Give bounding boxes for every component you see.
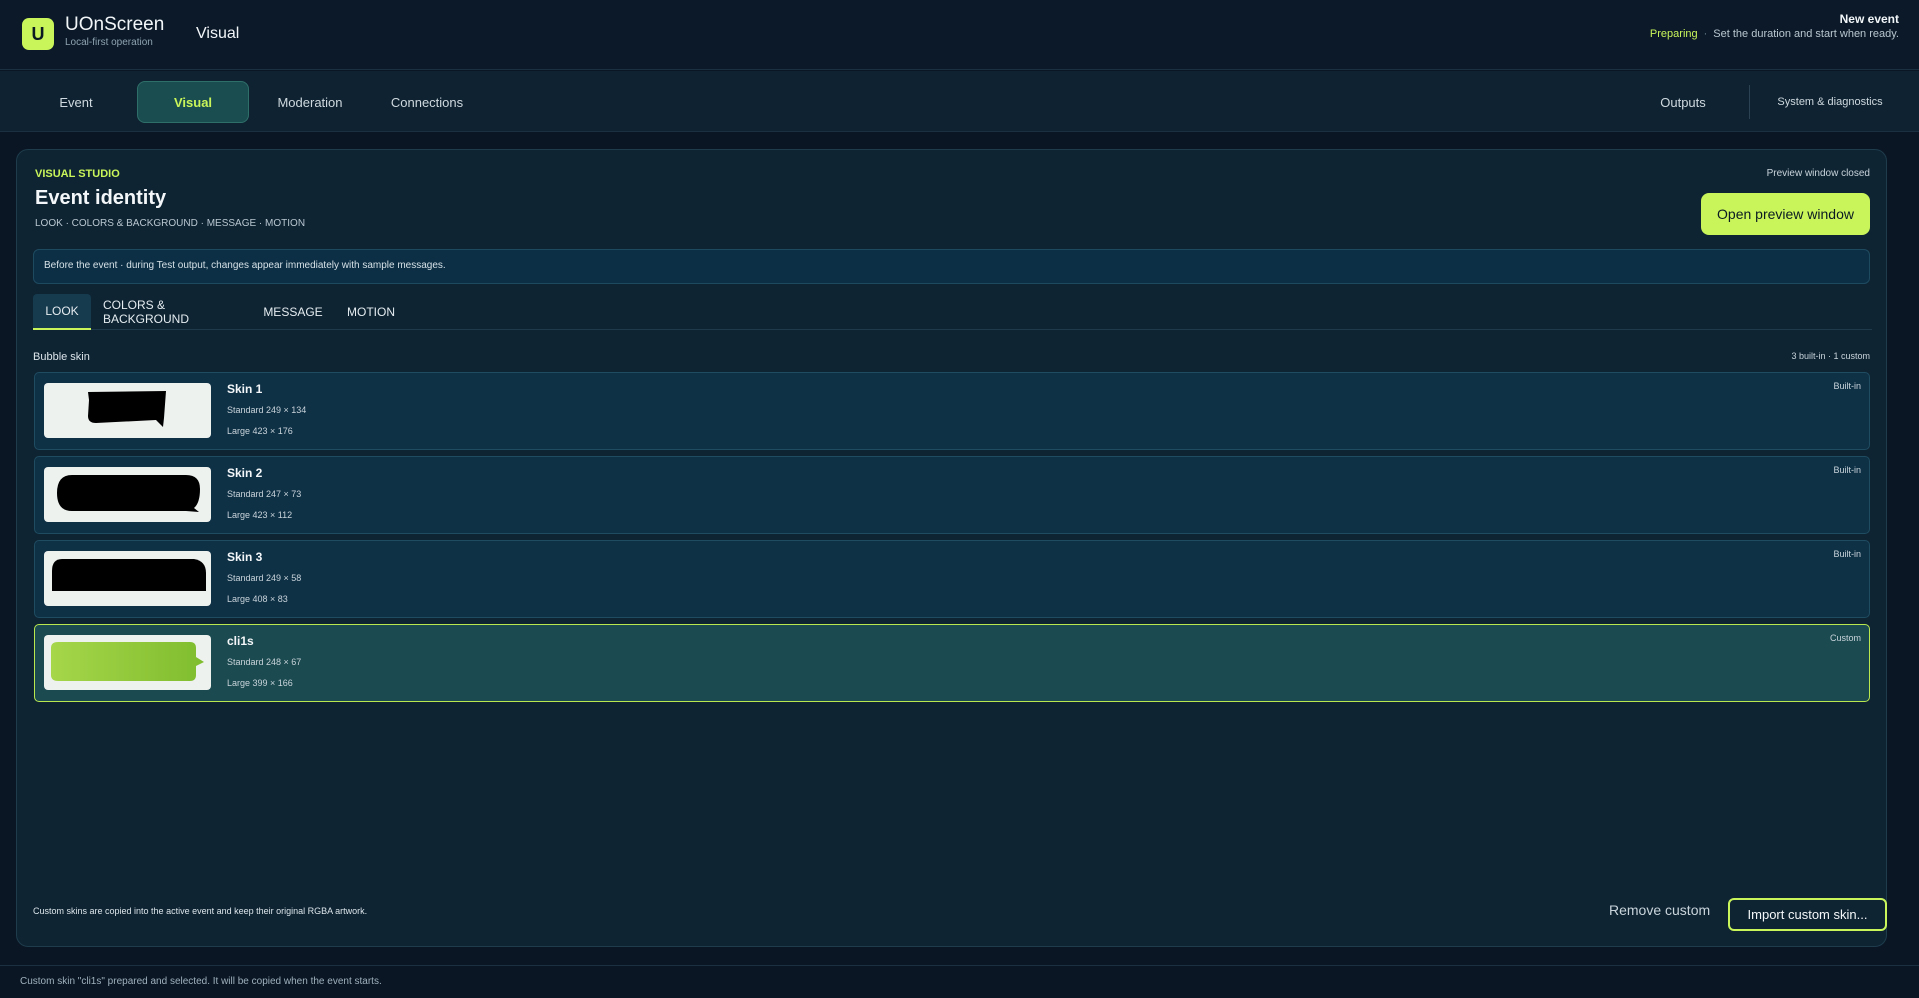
remove-custom-button[interactable]: Remove custom xyxy=(1609,902,1710,918)
skin-type-badge: Built-in xyxy=(1833,381,1861,391)
tab-event[interactable]: Event xyxy=(40,81,112,123)
main-nav: Event Visual Moderation Connections Outp… xyxy=(0,71,1919,132)
skin-2-preview-image xyxy=(57,475,200,512)
cli1s-preview-image xyxy=(51,642,204,681)
skin-name: Skin 1 xyxy=(227,382,263,396)
app-name: UOnScreen xyxy=(65,14,165,35)
section-eyebrow: VISUAL STUDIO xyxy=(35,168,120,180)
skin-standard-size: Standard 249 × 134 xyxy=(227,405,307,415)
skin-row-skin-1[interactable]: Skin 1 Standard 249 × 134 Large 423 × 17… xyxy=(34,372,1870,450)
open-preview-button[interactable]: Open preview window xyxy=(1701,193,1870,235)
status-bar: Custom skin "cli1s" prepared and selecte… xyxy=(0,965,1919,998)
event-status-message: Set the duration and start when ready. xyxy=(1713,28,1899,40)
tab-visual[interactable]: Visual xyxy=(137,81,249,123)
skin-name: cli1s xyxy=(227,634,254,648)
import-custom-skin-button[interactable]: Import custom skin... xyxy=(1728,898,1887,931)
skin-1-preview-image xyxy=(88,391,166,427)
cli1s-thumbnail xyxy=(44,635,211,690)
skin-large-size: Large 423 × 176 xyxy=(227,426,293,436)
skin-1-thumbnail xyxy=(44,383,211,438)
event-title: New event xyxy=(1839,12,1899,26)
skin-2-thumbnail xyxy=(44,467,211,522)
subtab-message[interactable]: MESSAGE xyxy=(262,294,324,330)
page-title: Visual xyxy=(196,25,240,42)
skin-large-size: Large 399 × 166 xyxy=(227,678,293,688)
custom-skins-note: Custom skins are copied into the active … xyxy=(33,906,368,916)
studio-sub-tabs: LOOK COLORS & BACKGROUND MESSAGE MOTION xyxy=(33,294,1872,330)
skin-standard-size: Standard 248 × 67 xyxy=(227,657,302,667)
event-status-state: Preparing xyxy=(1649,28,1698,40)
tab-moderation[interactable]: Moderation xyxy=(262,81,358,123)
skin-count: 3 built-in · 1 custom xyxy=(1791,351,1870,361)
skin-large-size: Large 408 × 83 xyxy=(227,594,288,604)
skin-name: Skin 3 xyxy=(227,550,263,564)
skin-name: Skin 2 xyxy=(227,466,263,480)
skin-standard-size: Standard 247 × 73 xyxy=(227,489,302,499)
skin-row-skin-3[interactable]: Skin 3 Standard 249 × 58 Large 408 × 83 … xyxy=(34,540,1870,618)
skin-3-preview-image xyxy=(52,559,206,591)
subtab-motion[interactable]: MOTION xyxy=(341,294,401,330)
bubble-skin-label: Bubble skin xyxy=(33,351,90,363)
event-status-line: Preparing · Set the duration and start whe… xyxy=(1650,28,1899,40)
app-header: U UOnScreen Local-first operation Visual… xyxy=(0,0,1919,70)
app-subtitle: Local-first operation xyxy=(65,37,153,48)
app-logo: U xyxy=(22,18,54,50)
tab-system-diagnostics[interactable]: System & diagnostics xyxy=(1762,81,1898,123)
skin-large-size: Large 423 × 112 xyxy=(227,510,293,520)
skin-row-cli1s[interactable]: cli1s Standard 248 × 67 Large 399 × 166 … xyxy=(34,624,1870,702)
visual-studio-panel: VISUAL STUDIO Event identity LOOK · COLO… xyxy=(16,149,1887,947)
info-banner: Before the event · during Test output, c… xyxy=(33,249,1870,284)
subtab-look[interactable]: LOOK xyxy=(33,294,91,330)
panel-subtitle: LOOK · COLORS & BACKGROUND · MESSAGE · M… xyxy=(35,218,306,229)
skin-3-thumbnail xyxy=(44,551,211,606)
preview-window-status: Preview window closed xyxy=(1766,168,1870,179)
skin-type-badge: Built-in xyxy=(1833,549,1861,559)
skin-standard-size: Standard 249 × 58 xyxy=(227,573,302,583)
skin-type-badge: Custom xyxy=(1829,633,1861,643)
skin-type-badge: Built-in xyxy=(1833,465,1861,475)
tab-connections[interactable]: Connections xyxy=(376,81,478,123)
skin-row-skin-2[interactable]: Skin 2 Standard 247 × 73 Large 423 × 112… xyxy=(34,456,1870,534)
nav-divider xyxy=(1749,85,1750,119)
panel-title: Event identity xyxy=(35,187,167,209)
tab-outputs[interactable]: Outputs xyxy=(1644,81,1722,123)
status-separator: · xyxy=(1703,28,1708,40)
subtab-colors-background[interactable]: COLORS & BACKGROUND xyxy=(103,294,251,330)
